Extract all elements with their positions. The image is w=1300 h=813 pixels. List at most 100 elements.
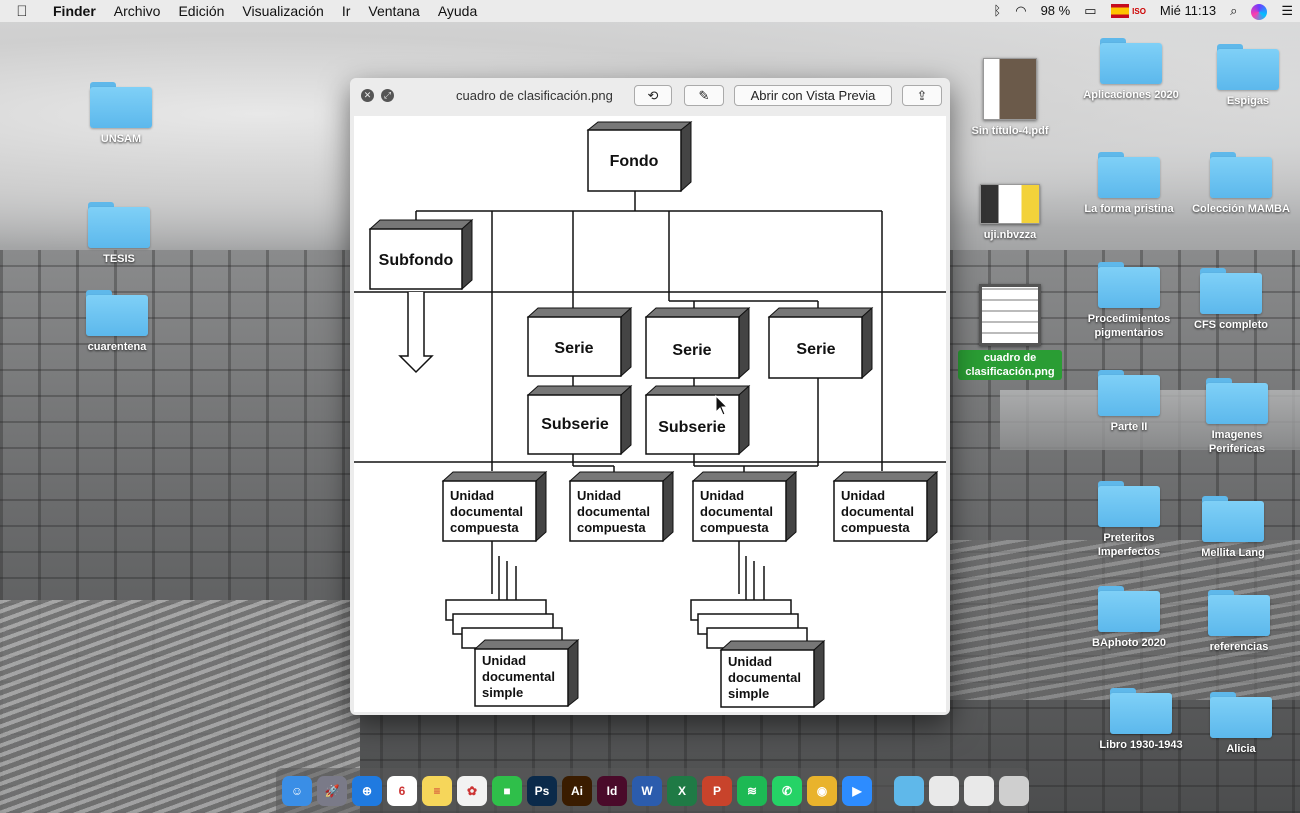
uds-label-line2: documental <box>482 669 555 684</box>
apple-icon[interactable]:  <box>0 3 44 20</box>
pdf-thumbnail-icon <box>983 58 1037 120</box>
desktop-folder-label: Libro 1930-1943 <box>1099 739 1183 751</box>
dock-app-indesign[interactable]: Id <box>597 775 627 806</box>
classification-diagram: Fondo Subfondo Serie Serie Serie Subseri… <box>354 120 946 709</box>
serie-label: Serie <box>672 342 711 359</box>
notification-center-icon[interactable]: ☰ <box>1274 0 1300 22</box>
desktop-folder-la-forma-pristina[interactable]: La forma pristina <box>1074 152 1184 216</box>
desktop-folder-aplicaciones[interactable]: Aplicaciones 2020 <box>1076 38 1186 102</box>
quicklook-filename: cuadro de clasificación.png <box>456 88 613 103</box>
dock-app-powerpoint[interactable]: P <box>702 775 732 806</box>
desktop-file-cuadro-selected[interactable]: cuadro de clasificación.png <box>955 284 1065 380</box>
desktop-folder-alicia[interactable]: Alicia <box>1186 692 1296 756</box>
menu-archivo[interactable]: Archivo <box>105 0 170 22</box>
menu-app-name[interactable]: Finder <box>44 0 105 22</box>
close-icon[interactable]: ✕ <box>361 89 374 102</box>
dock-app-notes[interactable]: ≡ <box>422 775 452 806</box>
uds-label-line1: Unidad <box>482 653 526 668</box>
menu-clock[interactable]: Mié 11:13 <box>1153 0 1223 22</box>
bluetooth-icon[interactable]: ᛒ <box>986 0 1008 22</box>
udc-label-line2: documental <box>450 504 523 519</box>
desktop-folder-preteritos[interactable]: Preteritos Imperfectos <box>1074 481 1184 559</box>
dock-app-calendar[interactable]: 6 <box>387 775 417 806</box>
markup-button[interactable]: ✎ <box>684 85 724 106</box>
desktop-folder-unsam[interactable]: UNSAM <box>66 82 176 146</box>
dock-app-launchpad[interactable]: 🚀 <box>317 775 347 806</box>
desktop-folder-cfs-completo[interactable]: CFS completo <box>1176 268 1286 332</box>
battery-percent[interactable]: 98 % <box>1034 0 1078 22</box>
desktop-folder-imagenes-perifericas[interactable]: Imagenes Perifericas <box>1182 378 1292 456</box>
dock-app-whatsapp[interactable]: ✆ <box>772 775 802 806</box>
folder-icon <box>1098 481 1160 527</box>
desktop-folder-label: BAphoto 2020 <box>1092 637 1166 649</box>
dock-app-illustrator[interactable]: Ai <box>562 775 592 806</box>
dock-recent-document-2[interactable] <box>964 775 994 806</box>
open-with-preview-button[interactable]: Abrir con Vista Previa <box>734 85 892 106</box>
wifi-icon[interactable]: ◠ <box>1008 0 1033 22</box>
desktop-folder-label: referencias <box>1209 641 1269 653</box>
spain-flag-icon <box>1110 3 1129 18</box>
desktop-file-uji[interactable]: uji.nbvzza <box>955 184 1065 242</box>
desktop-file-pdf[interactable]: Sin título-4.pdf <box>955 58 1065 138</box>
desktop-folder-label: cuarentena <box>87 341 147 353</box>
desktop-folder-label: Colección MAMBA <box>1192 203 1290 215</box>
desktop-folder-libro[interactable]: Libro 1930-1943 <box>1086 688 1196 752</box>
diagram-stack-uds-right: Unidad documental simple <box>690 599 826 709</box>
udc-label-line3: compuesta <box>577 520 646 535</box>
desktop-folder-espigas[interactable]: Espigas <box>1193 44 1300 108</box>
subserie-label: Subserie <box>541 416 609 433</box>
folder-icon <box>1100 38 1162 84</box>
dock-app-word[interactable]: W <box>632 775 662 806</box>
keyboard-layout-label: ISO <box>1132 7 1146 16</box>
siri-icon[interactable] <box>1244 0 1274 22</box>
dock-trash-icon[interactable] <box>999 775 1029 806</box>
quicklook-titlebar: ✕ ⤢ cuadro de clasificación.png ⟲ ✎ Abri… <box>350 78 950 114</box>
desktop-folder-coleccion-mamba[interactable]: Colección MAMBA <box>1186 152 1296 216</box>
fullscreen-icon[interactable]: ⤢ <box>381 89 394 102</box>
dock-app-zoom[interactable]: ▶ <box>842 775 872 806</box>
dock-app-facetime[interactable]: ■ <box>492 775 522 806</box>
input-source[interactable]: ISO <box>1104 0 1153 23</box>
desktop-folder-label: Espigas <box>1226 95 1270 107</box>
desktop-folder-tesis[interactable]: TESIS <box>64 202 174 266</box>
dock-recent-document[interactable] <box>929 775 959 806</box>
dock-app-photoshop[interactable]: Ps <box>527 775 557 806</box>
dock-app-finder[interactable]: ☺ <box>282 775 312 806</box>
diagram-box-serie-3: Serie <box>767 306 874 380</box>
serie-label: Serie <box>554 340 593 357</box>
folder-icon <box>90 82 152 128</box>
desktop-folder-procedimientos[interactable]: Procedimientos pigmentarios <box>1074 262 1184 340</box>
share-icon: ⇪ <box>916 88 928 103</box>
folder-icon <box>1210 692 1272 738</box>
desktop-folder-mellita-lang[interactable]: Mellita Lang <box>1178 496 1288 560</box>
dock-app-safari[interactable]: ⊕ <box>352 775 382 806</box>
folder-icon <box>1206 378 1268 424</box>
dock-app-spotify[interactable]: ≋ <box>737 775 767 806</box>
rotate-button[interactable]: ⟲ <box>634 85 672 106</box>
menu-visualizacion[interactable]: Visualización <box>233 0 332 22</box>
diagram-box-subserie-2: Subserie <box>644 384 751 456</box>
dock-app-photos[interactable]: ✿ <box>457 775 487 806</box>
menu-ir[interactable]: Ir <box>333 0 360 22</box>
dock-downloads-folder[interactable] <box>894 775 924 806</box>
quicklook-window: ✕ ⤢ cuadro de clasificación.png ⟲ ✎ Abri… <box>350 78 950 715</box>
menu-edicion[interactable]: Edición <box>169 0 233 22</box>
desktop-file-label: cuadro de clasificación.png <box>958 350 1062 380</box>
desktop-folder-label: Aplicaciones 2020 <box>1083 89 1179 101</box>
battery-icon[interactable]: ▭ <box>1077 0 1103 22</box>
menu-ayuda[interactable]: Ayuda <box>429 0 486 22</box>
desktop-folder-parte-ii[interactable]: Parte II <box>1074 370 1184 434</box>
share-button[interactable]: ⇪ <box>902 85 942 106</box>
serie-label: Serie <box>796 341 835 358</box>
desktop-folder-label: CFS completo <box>1194 319 1268 331</box>
menu-ventana[interactable]: Ventana <box>359 0 428 22</box>
desktop-folder-baphoto[interactable]: BAphoto 2020 <box>1074 586 1184 650</box>
diagram-box-udc-1: Unidad documental compuesta <box>441 470 548 543</box>
desktop-file-label: uji.nbvzza <box>983 229 1037 241</box>
folder-icon <box>88 202 150 248</box>
desktop-folder-referencias[interactable]: referencias <box>1184 590 1294 654</box>
dock-app-excel[interactable]: X <box>667 775 697 806</box>
spotlight-search-icon[interactable]: ⌕ <box>1223 0 1244 22</box>
desktop-folder-cuarentena[interactable]: cuarentena <box>62 290 172 354</box>
dock-app-chrome[interactable]: ◉ <box>807 775 837 806</box>
